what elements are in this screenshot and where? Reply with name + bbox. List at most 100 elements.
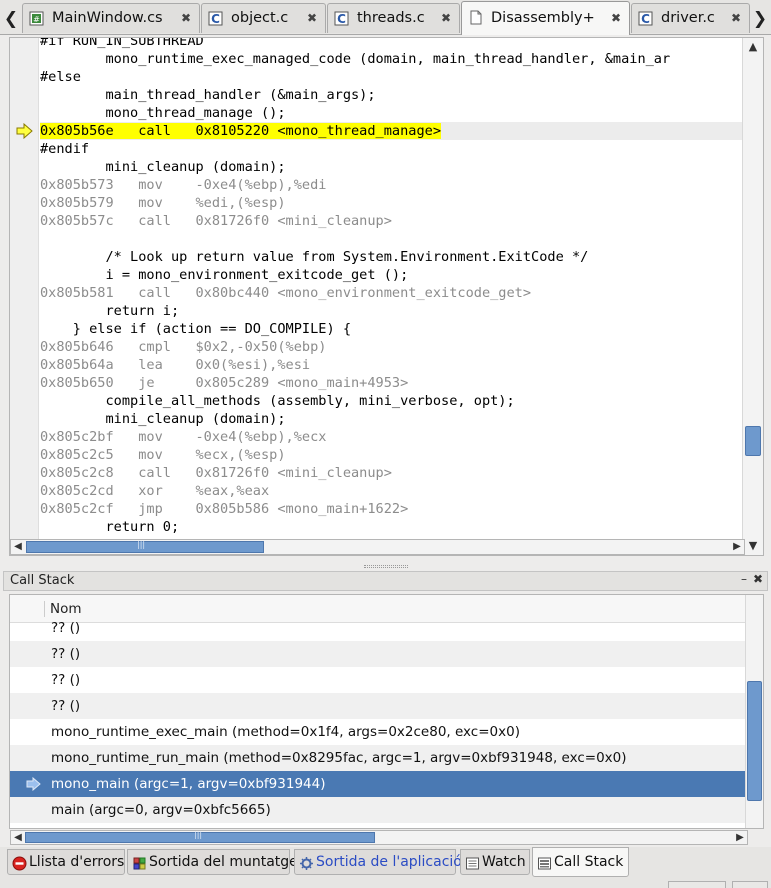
tab-call-stack[interactable]: Call Stack xyxy=(532,847,629,877)
current-asm-line[interactable]: 0x805b56e call 0x8105220 <mono_thread_ma… xyxy=(40,122,442,140)
code-area[interactable]: #if RUN_IN_SUBTHREAD mono_runtime_exec_m… xyxy=(40,38,743,555)
call-stack-frame-row[interactable]: mono_runtime_exec_main (method=0x1f4, ar… xyxy=(10,719,746,745)
status-panel xyxy=(732,881,768,888)
scroll-up-button[interactable]: ▲ xyxy=(743,38,763,56)
source-line[interactable]: #endif xyxy=(40,140,89,158)
tab-watch[interactable]: Watch xyxy=(460,849,530,875)
tab-label: Watch xyxy=(482,854,526,870)
svg-text:C: C xyxy=(211,12,220,26)
asm-line[interactable]: 0x805b581 call 0x80bc440 <mono_environme… xyxy=(40,284,531,302)
current-instruction-highlight: 0x805b56e call 0x8105220 <mono_thread_ma… xyxy=(40,123,442,139)
scroll-thumb[interactable]: ||| xyxy=(25,830,375,843)
scroll-thumb[interactable]: ||| xyxy=(26,540,264,553)
status-panel xyxy=(668,881,726,888)
call-stack-vertical-scrollbar[interactable] xyxy=(745,595,763,828)
call-stack-frame-row[interactable]: mono_runtime_run_main (method=0x8295fac,… xyxy=(10,745,746,771)
source-line[interactable]: #else xyxy=(40,68,81,86)
call-stack-pad-header: Call Stack – ✖ xyxy=(3,571,768,591)
tab-label: Sortida de l'aplicació xyxy=(316,854,462,870)
tabs-scroll-left-button[interactable]: ❮ xyxy=(0,6,22,32)
source-line[interactable]: } else if (action == DO_COMPILE) { xyxy=(40,320,351,338)
tabs-scroll-right-button[interactable]: ❯ xyxy=(749,6,771,32)
call-stack-horizontal-scrollbar[interactable]: ◀ ||| ▶ xyxy=(10,830,748,845)
tab-application-output[interactable]: Sortida de l'aplicació xyxy=(294,849,462,875)
close-icon[interactable]: ✖ xyxy=(307,11,317,25)
call-stack-frame-row[interactable]: mono_main (argc=1, argv=0xbf931944) xyxy=(10,771,746,797)
source-line[interactable]: return 0; xyxy=(40,518,179,536)
asm-line[interactable]: 0x805b646 cmpl $0x2,-0x50(%ebp) xyxy=(40,338,326,356)
tab-label: Sortida del muntatge xyxy=(149,854,298,870)
asm-line[interactable]: 0x805b579 mov %edi,(%esp) xyxy=(40,194,286,212)
scroll-left-button[interactable]: ◀ xyxy=(11,540,25,554)
scroll-thumb[interactable] xyxy=(747,681,762,801)
source-line[interactable]: mono_thread_manage (); xyxy=(40,104,285,122)
asm-line[interactable]: 0x805c2c8 call 0x81726f0 <mini_cleanup> xyxy=(40,464,392,482)
call-stack-frame-row[interactable]: ?? () xyxy=(10,641,746,667)
tab-driver-c[interactable]: C driver.c ✖ xyxy=(631,3,750,33)
editor-gutter[interactable] xyxy=(10,38,39,555)
call-stack-list[interactable]: Nom ?? ()?? ()?? ()?? () mono_runtime_exe… xyxy=(9,594,764,829)
scroll-grip: ||| xyxy=(137,540,146,549)
build-output-icon xyxy=(133,857,146,870)
call-stack-frame-row[interactable]: main (argc=0, argv=0xbfc5665) xyxy=(10,797,746,823)
source-line[interactable]: mono_runtime_exec_managed_code (domain, … xyxy=(40,50,670,68)
frame-label: ?? () xyxy=(51,646,81,662)
source-line[interactable]: mini_cleanup (domain); xyxy=(40,158,285,176)
document-tab-bar: ❮ # MainWindow.cs ✖ C object.c ✖ C threa… xyxy=(0,0,771,35)
scroll-down-button[interactable]: ▼ xyxy=(743,537,763,555)
watch-icon xyxy=(466,857,479,870)
close-icon[interactable]: ✖ xyxy=(441,11,451,25)
editor-horizontal-scrollbar[interactable]: ◀ ||| ▶ xyxy=(10,539,745,555)
svg-text:C: C xyxy=(641,12,650,26)
call-stack-frame-row[interactable]: ?? () xyxy=(10,615,746,641)
close-icon[interactable]: ✖ xyxy=(731,11,741,25)
tab-error-list[interactable]: Llista d'errors xyxy=(7,849,125,875)
call-stack-frame-row[interactable]: ?? () xyxy=(10,693,746,719)
tab-disassembly[interactable]: Disassembly+ ✖ xyxy=(461,1,630,35)
source-line[interactable]: main_thread_handler (&main_args); xyxy=(40,86,375,104)
source-line[interactable]: return i; xyxy=(40,302,179,320)
disassembly-editor[interactable]: #if RUN_IN_SUBTHREAD mono_runtime_exec_m… xyxy=(9,37,764,556)
minimize-icon[interactable]: – xyxy=(741,572,747,586)
svg-text:#: # xyxy=(33,15,40,24)
frame-label: mono_runtime_run_main (method=0x8295fac,… xyxy=(51,750,627,766)
tab-label: Llista d'errors xyxy=(29,854,125,870)
tab-mainwindow-cs[interactable]: # MainWindow.cs ✖ xyxy=(22,3,200,33)
asm-line[interactable]: 0x805c2cd xor %eax,%eax xyxy=(40,482,269,500)
frame-label: mono_runtime_exec_main (method=0x1f4, ar… xyxy=(51,724,520,740)
call-stack-frame-row[interactable]: ?? () xyxy=(10,667,746,693)
tab-label: Disassembly+ xyxy=(491,10,595,26)
asm-line[interactable]: 0x805c2cf jmp 0x805b586 <mono_main+1622> xyxy=(40,500,408,518)
close-icon[interactable]: ✖ xyxy=(611,11,621,25)
asm-line[interactable]: 0x805c2bf mov -0xe4(%ebp),%ecx xyxy=(40,428,326,446)
scroll-right-button[interactable]: ▶ xyxy=(730,540,744,554)
source-line[interactable]: compile_all_methods (assembly, mini_verb… xyxy=(40,392,514,410)
scroll-grip: ||| xyxy=(194,830,203,839)
scroll-right-button[interactable]: ▶ xyxy=(733,831,747,845)
csharp-file-icon: # xyxy=(29,11,44,26)
asm-line[interactable]: 0x805b57c call 0x81726f0 <mini_cleanup> xyxy=(40,212,392,230)
source-line[interactable]: /* Look up return value from System.Envi… xyxy=(40,248,588,266)
asm-line[interactable]: 0x805c2c5 mov %ecx,(%esp) xyxy=(40,446,286,464)
call-stack-icon xyxy=(538,857,551,870)
tab-threads-c[interactable]: C threads.c ✖ xyxy=(327,3,460,33)
editor-vertical-scrollbar[interactable]: ▲ ▼ xyxy=(742,38,763,555)
source-line[interactable]: #if RUN_IN_SUBTHREAD xyxy=(40,38,204,50)
close-icon[interactable]: ✖ xyxy=(181,11,191,25)
asm-line[interactable]: 0x805b64a lea 0x0(%esi),%esi xyxy=(40,356,310,374)
document-icon xyxy=(470,10,482,25)
tab-label: object.c xyxy=(231,10,289,26)
asm-line[interactable]: 0x805b650 je 0x805c289 <mono_main+4953> xyxy=(40,374,408,392)
tab-label: threads.c xyxy=(357,10,425,26)
asm-line[interactable]: 0x805b573 mov -0xe4(%ebp),%edi xyxy=(40,176,326,194)
source-line[interactable]: mini_cleanup (domain); xyxy=(40,410,285,428)
scroll-thumb[interactable] xyxy=(745,426,761,456)
tab-label: MainWindow.cs xyxy=(52,10,163,26)
c-file-icon: C xyxy=(638,11,653,26)
source-line[interactable]: i = mono_environment_exitcode_get (); xyxy=(40,266,408,284)
scroll-left-button[interactable]: ◀ xyxy=(11,831,25,845)
splitter-grip[interactable] xyxy=(364,565,408,568)
tab-object-c[interactable]: C object.c ✖ xyxy=(201,3,326,33)
tab-build-output[interactable]: Sortida del muntatge xyxy=(127,849,298,875)
close-icon[interactable]: ✖ xyxy=(753,572,763,586)
